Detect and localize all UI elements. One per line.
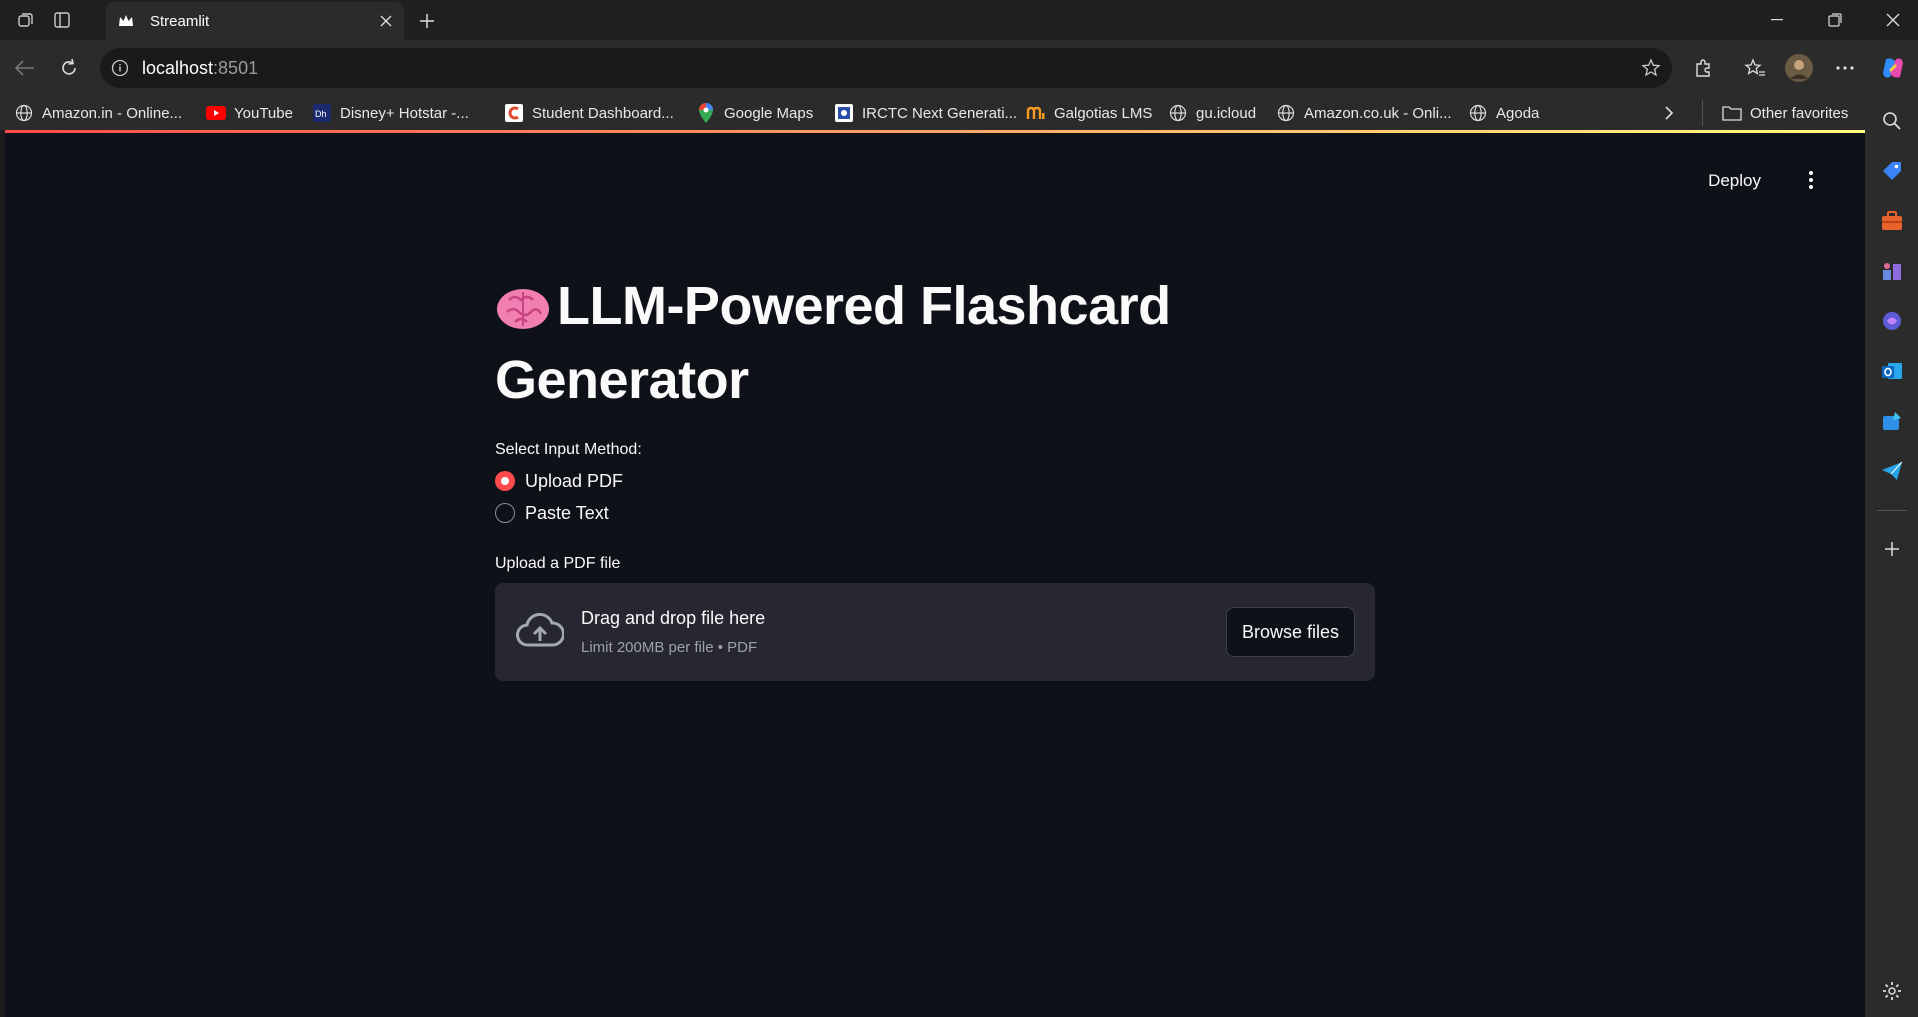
dropzone-limit: Limit 200MB per file • PDF <box>581 639 758 656</box>
page-title-text: LLM-Powered Flashcard Generator <box>495 276 1171 410</box>
url-host: localhost <box>142 57 214 78</box>
bookmark-agoda[interactable]: Agoda <box>1468 102 1539 124</box>
favorites-icon[interactable] <box>1740 53 1770 83</box>
search-icon[interactable] <box>1879 108 1905 134</box>
main-menu-kebab-icon[interactable] <box>1797 165 1825 195</box>
workspaces-icon[interactable] <box>14 8 38 32</box>
reload-icon[interactable] <box>54 53 84 83</box>
bookmark-label: Amazon.in - Online... <box>42 104 183 122</box>
input-method-label: Select Input Method: <box>495 441 642 458</box>
browser-tab-strip: Streamlit <box>0 0 1918 40</box>
edge-sidebar <box>1865 96 1918 1017</box>
lms-icon <box>1026 103 1046 123</box>
bookmarks-overflow-chevron-icon[interactable] <box>1664 102 1674 124</box>
globe-icon <box>14 103 34 123</box>
folder-icon <box>1722 103 1742 123</box>
bookmark-label: Galgotias LMS <box>1054 104 1153 122</box>
radio-unselected-indicator[interactable] <box>495 503 515 523</box>
add-sidebar-app-plus-icon[interactable] <box>1879 536 1905 562</box>
radio-upload-pdf[interactable]: Upload PDF <box>495 471 1375 491</box>
irctc-icon <box>834 103 854 123</box>
bookmark-student-dashboard[interactable]: Student Dashboard... <box>504 102 674 124</box>
bookmark-label: Google Maps <box>724 104 814 122</box>
back-arrow-icon[interactable] <box>10 53 40 83</box>
uploader-label: Upload a PDF file <box>495 555 621 572</box>
other-favorites-label: Other favorites <box>1750 104 1849 122</box>
bookmark-label: Amazon.co.uk - Onli... <box>1304 104 1452 122</box>
bookmark-label: YouTube <box>234 104 293 122</box>
url-text: localhost:8501 <box>142 58 258 79</box>
bookmark-google-maps[interactable]: Google Maps <box>696 102 813 124</box>
copilot-icon[interactable] <box>1878 53 1908 83</box>
radio-selected-indicator[interactable] <box>495 471 515 491</box>
dropzone-title: Drag and drop file here <box>581 608 766 628</box>
address-bar[interactable]: localhost:8501 <box>100 48 1672 88</box>
bookmark-amazon-co-uk[interactable]: Amazon.co.uk - Onli... <box>1276 102 1452 124</box>
globe-icon <box>1276 103 1296 123</box>
map-pin-icon <box>696 103 716 123</box>
vertical-tabs-icon[interactable] <box>50 8 74 32</box>
other-favorites[interactable]: Other favorites <box>1722 102 1848 124</box>
send-telegram-icon[interactable] <box>1879 458 1905 484</box>
designer-icon[interactable] <box>1879 408 1905 434</box>
hotstar-icon: Dh <box>312 103 332 123</box>
bookmark-amazon-in[interactable]: Amazon.in - Online... <box>14 102 182 124</box>
copilot-sidebar-icon[interactable] <box>1879 308 1905 334</box>
globe-icon <box>1168 103 1188 123</box>
globe-icon <box>1468 103 1488 123</box>
bookmark-label: Student Dashboard... <box>532 104 674 122</box>
student-dashboard-icon <box>504 103 524 123</box>
svg-text:Dh: Dh <box>315 109 327 119</box>
browse-files-button[interactable]: Browse files <box>1225 607 1355 657</box>
close-window-icon[interactable] <box>1864 0 1918 40</box>
profile-avatar[interactable] <box>1784 53 1814 83</box>
bookmark-label: Agoda <box>1496 104 1540 122</box>
url-port: :8501 <box>213 57 259 78</box>
app-viewport: Deploy LLM-Powered Flashcard Generator S… <box>5 133 1865 1017</box>
bookmark-hotstar[interactable]: Dh Disney+ Hotstar -... <box>312 102 469 124</box>
shopping-tag-icon[interactable] <box>1879 158 1905 184</box>
bookmark-youtube[interactable]: YouTube <box>206 102 293 124</box>
active-tab[interactable]: Streamlit <box>106 2 404 40</box>
sidebar-divider <box>1877 510 1907 511</box>
browser-toolbar: localhost:8501 <box>0 40 1918 96</box>
bookmark-label: IRCTC Next Generati... <box>862 104 1018 122</box>
bookmark-label: Disney+ Hotstar -... <box>340 104 469 122</box>
radio-label: Upload PDF <box>525 470 624 491</box>
more-menu-icon[interactable] <box>1830 53 1860 83</box>
new-tab-plus-icon[interactable] <box>414 8 440 34</box>
radio-paste-text[interactable]: Paste Text <box>495 503 1375 523</box>
brain-emoji-icon <box>495 281 557 347</box>
streamlit-crown-icon <box>116 11 136 31</box>
favorite-star-icon[interactable] <box>1640 57 1662 79</box>
radio-label: Paste Text <box>525 502 609 523</box>
main-block: LLM-Powered Flashcard Generator Select I… <box>495 273 1375 681</box>
page-title: LLM-Powered Flashcard Generator <box>495 273 1375 413</box>
bookmark-label: gu.icloud <box>1196 104 1257 122</box>
tab-title: Streamlit <box>150 12 210 30</box>
outlook-icon[interactable] <box>1879 358 1905 384</box>
cloud-upload-icon <box>515 611 565 651</box>
extensions-icon[interactable] <box>1688 53 1718 83</box>
deploy-button[interactable]: Deploy <box>1698 165 1771 197</box>
tools-briefcase-icon[interactable] <box>1879 208 1905 234</box>
youtube-icon <box>206 103 226 123</box>
bookmark-irctc[interactable]: IRCTC Next Generati... <box>834 102 1017 124</box>
minimize-icon[interactable] <box>1748 0 1806 40</box>
file-dropzone[interactable]: Drag and drop file here Limit 200MB per … <box>495 583 1375 681</box>
bookmark-gu-icloud[interactable]: gu.icloud <box>1168 102 1256 124</box>
bookmarks-bar: Amazon.in - Online... YouTube Dh Disney+… <box>0 96 1918 130</box>
close-tab-icon[interactable] <box>374 9 398 33</box>
restore-icon[interactable] <box>1806 0 1864 40</box>
games-icon[interactable] <box>1879 258 1905 284</box>
sidebar-settings-gear-icon[interactable] <box>1879 978 1905 1004</box>
bookmark-galgotias-lms[interactable]: Galgotias LMS <box>1026 102 1152 124</box>
site-info-icon[interactable] <box>110 58 130 78</box>
bookmarks-divider <box>1702 100 1703 126</box>
